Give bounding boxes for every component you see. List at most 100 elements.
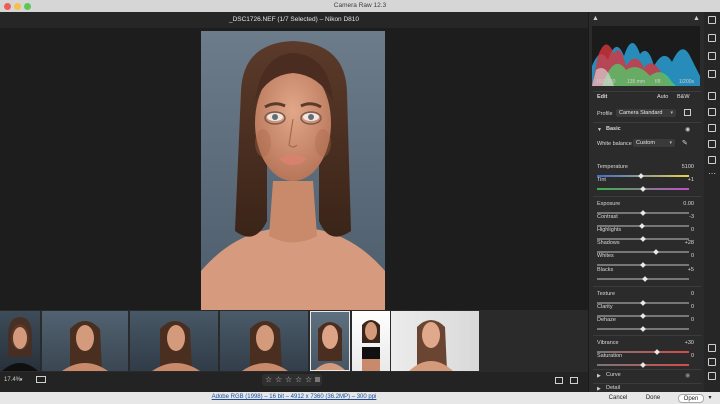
histogram-warning-icon[interactable]: ▲: [592, 15, 599, 22]
profile-browser-icon[interactable]: [684, 109, 691, 116]
slider-thumb[interactable]: [653, 249, 659, 255]
file-title: _DSC1726.NEF (1/7 Selected) – Nikon D810: [228, 16, 360, 23]
hand-tool-icon[interactable]: [708, 358, 716, 366]
star-icon[interactable]: ☆: [285, 375, 292, 384]
cancel-button[interactable]: Cancel: [604, 394, 632, 403]
star-icon[interactable]: ☆: [305, 375, 312, 384]
detail-section[interactable]: Detail: [606, 385, 620, 391]
red-eye-icon[interactable]: [708, 140, 716, 148]
image-preview[interactable]: [0, 28, 588, 310]
bottom-toolbar: 17.4% ▾ ☆ ☆ ☆ ☆ ☆: [0, 372, 588, 392]
slider-value[interactable]: 5100: [682, 164, 694, 170]
radial-filter-icon[interactable]: [708, 124, 716, 132]
chevron-down-icon: ▾: [670, 110, 673, 116]
slider-value[interactable]: 0: [691, 317, 694, 323]
visibility-icon[interactable]: ◉: [685, 372, 690, 379]
divider: [593, 383, 701, 384]
divider: [593, 286, 701, 287]
auto-button[interactable]: Auto: [657, 94, 668, 100]
filmstrip-thumb[interactable]: [42, 311, 128, 371]
visibility-icon[interactable]: ◉: [685, 126, 690, 133]
window-titlebar: Camera Raw 12.3: [0, 0, 720, 12]
divider: [593, 91, 701, 92]
slider-label: Whites: [597, 253, 614, 259]
chevron-down-icon[interactable]: ▾: [705, 394, 715, 403]
divider: [593, 369, 701, 370]
filmstrip-thumb[interactable]: [220, 311, 308, 371]
white-balance-dropdown[interactable]: Custom ▾: [633, 139, 675, 147]
slider-label: Vibrance: [597, 340, 619, 346]
fullscreen-icon[interactable]: [36, 376, 46, 383]
slider-value[interactable]: 0: [691, 291, 694, 297]
slider-value[interactable]: 0: [691, 227, 694, 233]
preview-photo[interactable]: [201, 31, 385, 310]
bw-button[interactable]: B&W: [677, 94, 690, 100]
open-button[interactable]: Open: [678, 394, 704, 403]
slider-label: Contrast: [597, 214, 618, 220]
edit-panel: ▲ ▲ ISO 100 135 mm f/8 1/200s Edit Auto …: [588, 12, 704, 392]
before-after-icon[interactable]: [570, 377, 578, 384]
slider-value[interactable]: 0: [691, 304, 694, 310]
histogram: [592, 26, 700, 86]
star-icon[interactable]: ☆: [275, 375, 282, 384]
chevron-down-icon[interactable]: ▼: [597, 127, 602, 133]
thumbnail-image: [242, 321, 288, 371]
slider-label: Clarity: [597, 304, 613, 310]
filmstrip-thumb[interactable]: [352, 311, 390, 371]
filmstrip: [0, 310, 588, 372]
star-icon[interactable]: ☆: [265, 375, 272, 384]
crop-icon[interactable]: [708, 52, 716, 60]
filmstrip-thumb-selected[interactable]: [310, 311, 350, 371]
zoom-level[interactable]: 17.4%: [4, 377, 21, 383]
adjustment-brush-icon[interactable]: [708, 92, 716, 100]
graduated-filter-icon[interactable]: [708, 108, 716, 116]
shutter-speed: 1/200s: [679, 79, 695, 85]
exif-info: ISO 100 135 mm f/8 1/200s: [589, 79, 705, 89]
filmstrip-thumb[interactable]: [391, 311, 479, 371]
slider-value[interactable]: +28: [685, 240, 694, 246]
slider-value[interactable]: +30: [685, 340, 694, 346]
portrait-image: [201, 41, 385, 310]
document-header: _DSC1726.NEF (1/7 Selected) – Nikon D810: [0, 12, 588, 28]
profile-dropdown[interactable]: Camera Standard ▾: [616, 109, 676, 117]
star-rating[interactable]: ☆ ☆ ☆ ☆ ☆: [262, 374, 322, 386]
done-button[interactable]: Done: [640, 394, 666, 403]
slider-value[interactable]: 0: [691, 353, 694, 359]
eyedropper-icon[interactable]: ✎: [682, 139, 688, 147]
thumbnail-image: [314, 322, 346, 371]
white-balance-label: White balance: [597, 141, 632, 147]
edit-sliders-icon[interactable]: [708, 34, 716, 42]
settings-icon[interactable]: [708, 16, 716, 24]
more-options-icon[interactable]: ⋯: [708, 169, 716, 180]
filmstrip-thumb[interactable]: [0, 311, 40, 371]
slider-value[interactable]: 0.00: [683, 201, 694, 207]
slider-thumb[interactable]: [641, 276, 648, 282]
filmstrip-thumb[interactable]: [130, 311, 218, 371]
divider: [593, 196, 701, 197]
thumbnail-image: [362, 320, 380, 371]
focal-length: 135 mm: [627, 79, 646, 85]
slider-value[interactable]: 0: [691, 253, 694, 259]
workflow-options-link[interactable]: Adobe RGB (1998) – 16 bit – 4912 x 7360 …: [0, 394, 588, 400]
thumbnail-image: [409, 320, 453, 371]
star-icon[interactable]: ☆: [295, 375, 302, 384]
chevron-right-icon[interactable]: ▶: [597, 373, 601, 379]
basic-title[interactable]: Basic: [606, 126, 621, 132]
slider-value[interactable]: +5: [688, 267, 694, 273]
slider-thumb[interactable]: [653, 349, 660, 355]
curve-section[interactable]: Curve: [606, 372, 621, 378]
chevron-down-icon[interactable]: ▾: [20, 377, 23, 383]
sampler-tool-icon[interactable]: [708, 372, 716, 380]
reject-flag-icon[interactable]: [315, 377, 320, 382]
zoom-tool-icon[interactable]: [708, 344, 716, 352]
slider-value[interactable]: +1: [688, 177, 694, 183]
compare-icon[interactable]: [555, 377, 563, 384]
slider-label: Blacks: [597, 267, 614, 273]
aperture: f/8: [655, 79, 661, 85]
tool-rail: ⋯: [704, 12, 720, 392]
highlight-warning-icon[interactable]: ▲: [693, 15, 700, 22]
slider-value[interactable]: -3: [689, 214, 694, 220]
snapshots-icon[interactable]: [708, 156, 716, 164]
profile-label: Profile: [597, 111, 613, 117]
healing-brush-icon[interactable]: [708, 70, 716, 78]
